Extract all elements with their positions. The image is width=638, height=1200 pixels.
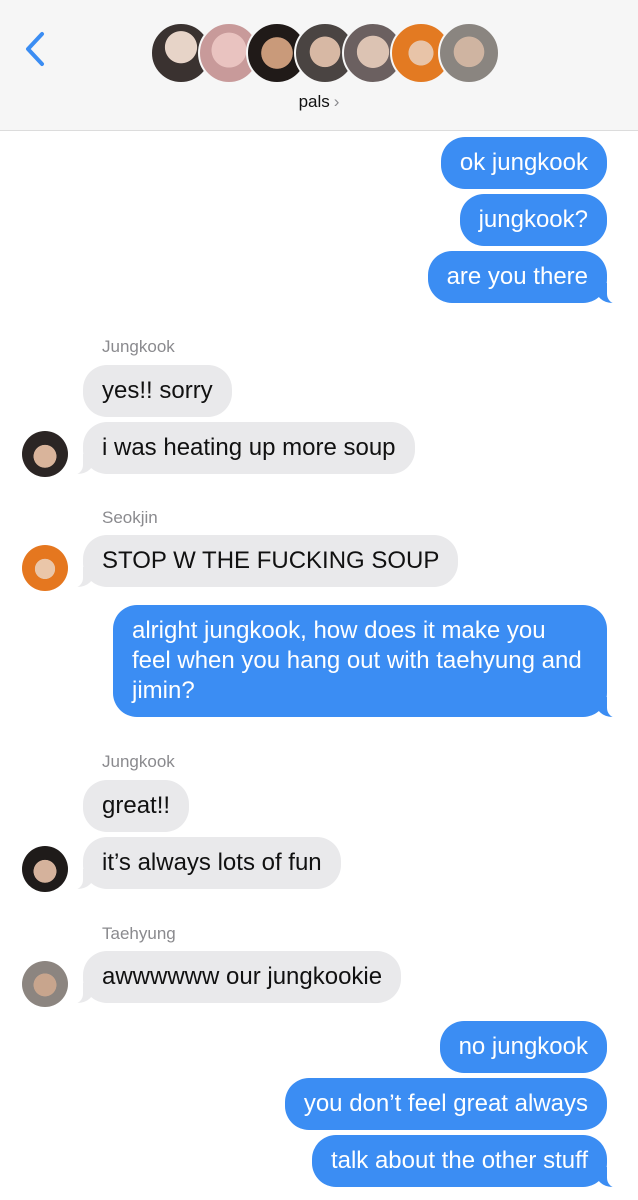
back-button[interactable]: [22, 30, 50, 68]
avatar: [22, 545, 68, 591]
incoming-message: STOP W THE FUCKING SOUP: [68, 535, 459, 588]
sender-name: Taehyung: [102, 924, 176, 943]
group-name: pals: [298, 92, 330, 111]
group-name-button[interactable]: pals ›: [0, 92, 638, 112]
avatar: [438, 22, 500, 84]
incoming-message: i was heating up more soup: [69, 422, 415, 475]
incoming-message: awwwwww our jungkookie: [68, 951, 402, 1004]
outgoing-message: are you there: [427, 251, 622, 304]
outgoing-message: talk about the other stuff: [311, 1135, 622, 1188]
outgoing-message: you don’t feel great always: [284, 1078, 607, 1130]
outgoing-message: ok jungkook: [440, 137, 607, 189]
avatar: [22, 961, 68, 1007]
outgoing-message: alright jungkook, how does it make you f…: [113, 605, 621, 718]
outgoing-message: jungkook?: [459, 194, 607, 246]
avatar: [22, 431, 68, 477]
sender-name: Jungkook: [102, 752, 175, 771]
incoming-message: yes!! sorry: [83, 365, 232, 417]
conversation-header: pals ›: [0, 0, 638, 131]
chevron-right-icon: ›: [333, 92, 340, 111]
outgoing-message: no jungkook: [439, 1021, 607, 1073]
sender-name: Seokjin: [102, 508, 158, 527]
incoming-message: it’s always lots of fun: [69, 837, 341, 890]
avatar: [22, 846, 68, 892]
sender-name: Jungkook: [102, 337, 175, 356]
group-avatars[interactable]: [150, 22, 500, 86]
incoming-message: great!!: [83, 780, 190, 832]
chevron-left-icon: [26, 32, 44, 66]
